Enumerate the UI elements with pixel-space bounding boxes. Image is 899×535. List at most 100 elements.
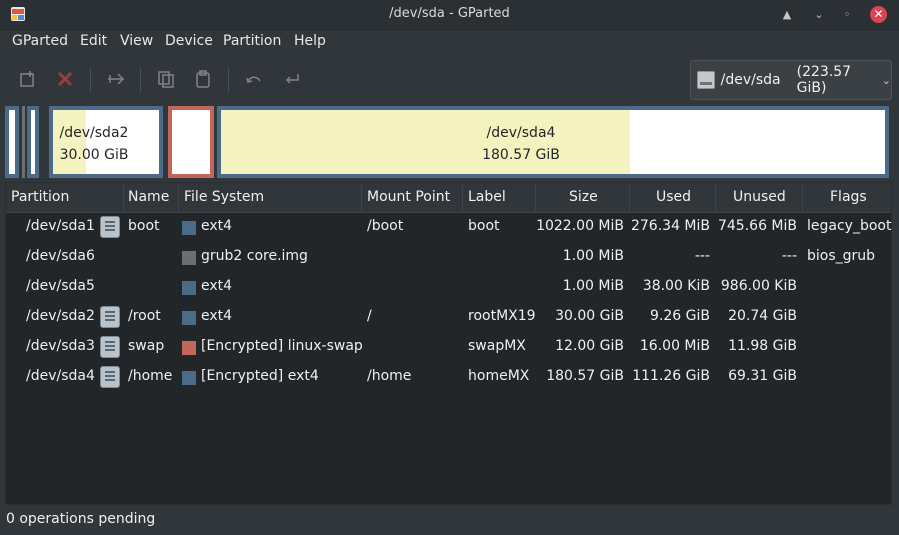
size-cell: 1.00 MiB [562, 278, 624, 294]
size-cell: 180.57 GiB [546, 368, 624, 384]
menu-view[interactable]: View [119, 33, 154, 49]
menu-gparted[interactable]: GParted [11, 33, 69, 49]
column-divider [123, 185, 124, 211]
filesystem-color-swatch [182, 281, 196, 295]
name-cell: /root [128, 308, 161, 324]
menu-bar: GParted Edit View Device Partition Help [0, 30, 899, 56]
table-row[interactable]: /dev/sda6 grub2 core.img 1.00 MiB --- --- bio… [6, 243, 891, 273]
device-size: (223.57 GiB) [796, 64, 852, 96]
used-cell: 111.26 GiB [632, 368, 710, 384]
filesystem-cell: grub2 core.img [201, 248, 308, 264]
mounted-lock-icon [100, 336, 120, 358]
toolbar-separator [228, 68, 229, 92]
used-cell: 9.26 GiB [650, 308, 710, 324]
table-row[interactable]: /dev/sda1 boot ext4/boot boot 1022.00 MiB 276… [6, 213, 891, 243]
menu-edit[interactable]: Edit [79, 33, 108, 49]
toolbar-separator [90, 68, 91, 92]
filesystem-cell: ext4 [201, 278, 233, 294]
mounted-lock-icon [100, 366, 120, 388]
close-button[interactable]: ✕ [870, 6, 887, 23]
partition-block-name: /dev/sda4 [486, 125, 556, 141]
column-divider [802, 185, 803, 211]
unused-cell: 69.31 GiB [728, 368, 797, 384]
filesystem-cell: ext4 [201, 308, 233, 324]
column-divider [535, 185, 536, 211]
menu-partition[interactable]: Partition [222, 33, 282, 49]
undo-icon [246, 76, 261, 83]
window-title: /dev/sda - GParted [389, 6, 510, 21]
column-header-label[interactable]: Label [468, 189, 506, 205]
column-header-name[interactable]: Name [128, 189, 169, 205]
table-row[interactable]: /dev/sda4/home [Encrypted] ext4/home homeM… [6, 363, 891, 393]
resize-move-button[interactable] [101, 64, 131, 94]
filesystem-color-swatch [182, 221, 196, 235]
copy-button[interactable] [151, 64, 181, 94]
table-row[interactable]: /dev/sda5 ext4 1.00 MiB 38.00 KiB 986.00 KiB [6, 273, 891, 303]
column-header-unused[interactable]: Unused [733, 189, 786, 205]
menu-device[interactable]: Device [164, 33, 214, 49]
column-divider [629, 185, 630, 211]
column-header-filesystem[interactable]: File System [184, 189, 264, 205]
name-cell: /home [128, 368, 173, 384]
chevron-down-icon: ⌄ [881, 73, 891, 87]
mount-point-cell: /boot [367, 218, 404, 234]
disk-map: /dev/sda2 30.00 GiB /dev/sda4 180.57 GiB [5, 104, 892, 178]
table-row[interactable]: /dev/sda3 swap [Encrypted] linux-swap swapM… [6, 333, 891, 363]
mounted-lock-icon [100, 216, 120, 238]
apply-icon [285, 74, 299, 84]
new-icon [20, 71, 34, 87]
partition-cell: /dev/sda1 [26, 218, 95, 234]
unused-cell: 745.66 MiB [717, 218, 797, 234]
filesystem-color-swatch [182, 251, 196, 265]
paste-icon [196, 70, 210, 88]
partition-block-sda5[interactable] [27, 106, 39, 178]
delete-partition-button[interactable] [50, 64, 80, 94]
flags-cell: bios_grub [807, 248, 876, 264]
apply-button[interactable] [277, 64, 307, 94]
partition-cell: /dev/sda2 [26, 308, 95, 324]
device-selector[interactable]: /dev/sda (223.57 GiB) ⌄ [690, 60, 892, 100]
partition-block-size: 180.57 GiB [482, 147, 560, 163]
column-header-used[interactable]: Used [656, 189, 691, 205]
status-bar: 0 operations pending [0, 507, 899, 535]
filesystem-color-swatch [182, 341, 196, 355]
menu-help[interactable]: Help [293, 33, 327, 49]
unused-cell: --- [781, 248, 797, 264]
used-cell: 16.00 MiB [639, 338, 710, 354]
used-cell: --- [694, 248, 710, 264]
toolbar-separator [140, 68, 141, 92]
partition-block-sda4[interactable]: /dev/sda4 180.57 GiB [217, 106, 889, 178]
mount-point-cell: /home [367, 368, 412, 384]
maximize-button[interactable]: ◦ [838, 6, 856, 24]
size-cell: 12.00 GiB [555, 338, 624, 354]
undo-button[interactable] [239, 64, 269, 94]
drive-icon [697, 71, 715, 89]
name-cell: swap [128, 338, 165, 354]
table-row[interactable]: /dev/sda2/root ext4 / rootMX19 30.00 GiB 9.26… [6, 303, 891, 333]
filesystem-color-swatch [182, 311, 196, 325]
column-header-size[interactable]: Size [569, 189, 598, 205]
device-name: /dev/sda [720, 72, 781, 88]
unused-cell: 11.98 GiB [728, 338, 797, 354]
minimize-button[interactable]: ⌄ [810, 6, 828, 24]
label-cell: boot [468, 218, 500, 234]
resize-icon [108, 73, 125, 85]
keep-above-button[interactable]: ▲ [778, 6, 796, 24]
new-partition-button[interactable] [13, 64, 43, 94]
column-header-partition[interactable]: Partition [11, 189, 69, 205]
partition-table: Partition Name File System Mount Point L… [5, 182, 892, 505]
column-divider [715, 185, 716, 211]
paste-button[interactable] [188, 64, 218, 94]
column-header-flags[interactable]: Flags [830, 189, 867, 205]
label-cell: rootMX19 [468, 308, 536, 324]
unused-cell: 20.74 GiB [728, 308, 797, 324]
used-cell: 38.00 KiB [642, 278, 710, 294]
partition-block-sda6[interactable] [22, 106, 25, 178]
mount-point-cell: / [367, 308, 372, 324]
column-header-mount-point[interactable]: Mount Point [367, 189, 450, 205]
partition-block-sda2[interactable]: /dev/sda2 30.00 GiB [49, 106, 163, 178]
table-header: Partition Name File System Mount Point L… [6, 183, 891, 213]
column-divider [462, 185, 463, 211]
size-cell: 1022.00 MiB [536, 218, 624, 234]
partition-block-sda1[interactable] [5, 106, 19, 178]
